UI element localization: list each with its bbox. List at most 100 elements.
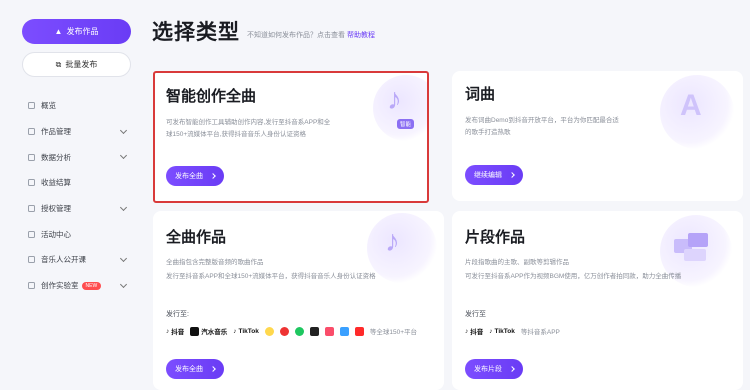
qishui-icon <box>190 326 200 336</box>
sidebar-item-label: 活动中心 <box>41 229 71 239</box>
sidebar-item-label: 数据分析 <box>41 152 71 162</box>
card-title: 片段作品 <box>465 229 526 246</box>
platform-logo-icon <box>324 326 334 336</box>
batch-icon: ⧉ <box>55 59 62 69</box>
chevron-down-icon <box>119 280 128 288</box>
sidebar-item-label: 授权管理 <box>41 204 71 214</box>
earnings-icon <box>28 179 35 187</box>
card-desc-line2: 球150+流媒体平台,获得抖音音乐人身份认证资格 <box>166 131 306 138</box>
card-clip[interactable]: 片段作品 片段指歌曲的主歌、副歌等剪辑作品 可发行至抖音系APP作为视频BGM使… <box>452 211 743 390</box>
card-ai-full-song[interactable]: ♪ 智能 智能创作全曲 可发布智能创作工具辅助创作内容,发行至抖音系APP和全 … <box>153 71 429 203</box>
platform-tiktok: ♪ TikTok <box>489 328 515 335</box>
music-note-icon: ♪ <box>385 225 400 258</box>
letter-a-icon: A <box>680 89 702 122</box>
platform-logo-icon <box>264 326 274 336</box>
card-desc-line1: 发布词曲Demo到抖音开放平台，平台为你匹配最合适 <box>465 117 619 124</box>
platform-name: TikTok <box>494 327 515 335</box>
card-desc-line2: 可发行至抖音系APP作为视频BGM使用，亿万创作者拍同款，助力全曲传播 <box>465 273 682 280</box>
douyin-icon: ♪ <box>465 327 469 335</box>
music-note-decoration <box>367 213 437 283</box>
publish-full-song-button[interactable]: 发布全曲 <box>166 359 224 379</box>
platform-logo-icon <box>339 326 349 336</box>
new-badge: NEW <box>81 281 102 290</box>
card-desc-line2: 的歌手打造热歌 <box>465 129 511 136</box>
chevron-right-icon <box>210 366 216 372</box>
platform-name: 汽水音乐 <box>201 329 228 336</box>
platforms-label: 发行至: <box>166 311 189 318</box>
more-platforms: 等抖音系APP <box>520 329 560 336</box>
sidebar-item-label: 作品管理 <box>41 127 71 137</box>
chevron-right-icon <box>509 366 515 372</box>
sidebar-item-label: 收益结算 <box>41 178 71 188</box>
sidebar: ▲ 发布作品 ⧉ 批量发布 概览 作品管理 数据分析 收益结算 授权管理 活动中… <box>0 0 150 390</box>
button-label: 发布全曲 <box>175 173 203 180</box>
card-title: 智能创作全曲 <box>166 88 257 105</box>
sidebar-item-works[interactable]: 作品管理 <box>28 119 128 145</box>
card-title: 词曲 <box>465 86 496 103</box>
ai-tag: 智能 <box>397 119 415 129</box>
overview-icon <box>28 102 35 110</box>
publish-clip-button[interactable]: 发布片段 <box>465 359 523 379</box>
page-subtitle: 不知道如何发布作品？点击查看 帮助教程 <box>247 30 375 40</box>
platform-tiktok: ♪ TikTok <box>233 328 259 335</box>
courses-icon <box>28 256 35 264</box>
platform-name: TikTok <box>238 327 259 335</box>
clip-icon <box>674 233 710 263</box>
sidebar-item-courses[interactable]: 音乐人公开课 <box>28 247 128 273</box>
lab-icon <box>28 282 35 290</box>
page-title: 选择类型 <box>152 21 240 44</box>
tiktok-icon: ♪ <box>489 327 493 335</box>
sidebar-item-analytics[interactable]: 数据分析 <box>28 144 128 170</box>
card-full-song[interactable]: ♪ 全曲作品 全曲指包含完整版音频的歌曲作品 发行至抖音系APP和全球150+流… <box>153 211 444 390</box>
chevron-right-icon <box>509 172 515 178</box>
chevron-down-icon <box>119 203 128 211</box>
continue-edit-button[interactable]: 继续编辑 <box>465 165 523 185</box>
card-desc-line1: 全曲指包含完整版音频的歌曲作品 <box>166 259 264 266</box>
button-label: 发布全曲 <box>175 366 203 373</box>
platform-logo-icon <box>279 326 289 336</box>
platform-logo-icon <box>354 326 364 336</box>
sidebar-item-lab[interactable]: 创作实验室 NEW <box>28 273 128 299</box>
douyin-icon: ♪ <box>166 327 170 335</box>
sidebar-item-license[interactable]: 授权管理 <box>28 196 128 222</box>
card-lyrics[interactable]: A 词曲 发布词曲Demo到抖音开放平台，平台为你匹配最合适 的歌手打造热歌 继… <box>452 71 743 201</box>
sidebar-item-events[interactable]: 活动中心 <box>28 221 128 247</box>
platform-qishui: 汽水音乐 <box>190 326 227 336</box>
platform-douyin: ♪ 抖音 <box>166 326 185 337</box>
publish-work-label: 发布作品 <box>66 27 99 36</box>
sidebar-item-label: 概览 <box>41 101 56 111</box>
tiktok-icon: ♪ <box>233 327 237 335</box>
publish-full-song-button[interactable]: 发布全曲 <box>166 166 224 186</box>
button-label: 继续编辑 <box>474 172 502 179</box>
analytics-icon <box>28 153 35 161</box>
platforms-label: 发行至 <box>465 311 486 318</box>
platform-logo-icon <box>294 326 304 336</box>
chevron-down-icon <box>119 126 128 134</box>
platform-list: ♪ 抖音 ♪ TikTok 等抖音系APP <box>465 326 560 337</box>
card-desc-line2: 发行至抖音系APP和全球150+流媒体平台，获得抖音音乐人身份认证资格 <box>166 273 376 280</box>
card-title: 全曲作品 <box>166 229 227 246</box>
subtitle-text: 不知道如何发布作品？点击查看 <box>247 32 345 39</box>
card-desc-line1: 可发布智能创作工具辅助创作内容,发行至抖音系APP和全 <box>166 119 331 126</box>
platform-douyin: ♪ 抖音 <box>465 326 484 337</box>
card-desc-line1: 片段指歌曲的主歌、副歌等剪辑作品 <box>465 259 569 266</box>
sidebar-item-label: 创作实验室 <box>41 281 79 291</box>
platform-name: 抖音 <box>470 329 484 336</box>
chevron-down-icon <box>119 255 128 263</box>
license-icon <box>28 205 35 213</box>
button-label: 发布片段 <box>474 366 502 373</box>
events-icon <box>28 230 35 238</box>
music-note-icon: ♪ <box>387 83 402 116</box>
platform-name: 抖音 <box>171 329 185 336</box>
help-link[interactable]: 帮助教程 <box>347 32 375 39</box>
sidebar-item-overview[interactable]: 概览 <box>28 93 128 119</box>
batch-publish-button[interactable]: ⧉ 批量发布 <box>22 52 131 77</box>
publish-work-button[interactable]: ▲ 发布作品 <box>22 19 131 44</box>
publish-icon: ▲ <box>54 27 63 36</box>
batch-publish-label: 批量发布 <box>65 60 98 69</box>
platform-list: ♪ 抖音 汽水音乐 ♪ TikTok 等全球150+平台 <box>166 326 417 336</box>
sidebar-item-label: 音乐人公开课 <box>41 255 86 265</box>
sidebar-nav: 概览 作品管理 数据分析 收益结算 授权管理 活动中心 音乐人公开课 创作实验室… <box>28 93 128 299</box>
sidebar-item-earnings[interactable]: 收益结算 <box>28 170 128 196</box>
platform-logo-icon <box>309 326 319 336</box>
